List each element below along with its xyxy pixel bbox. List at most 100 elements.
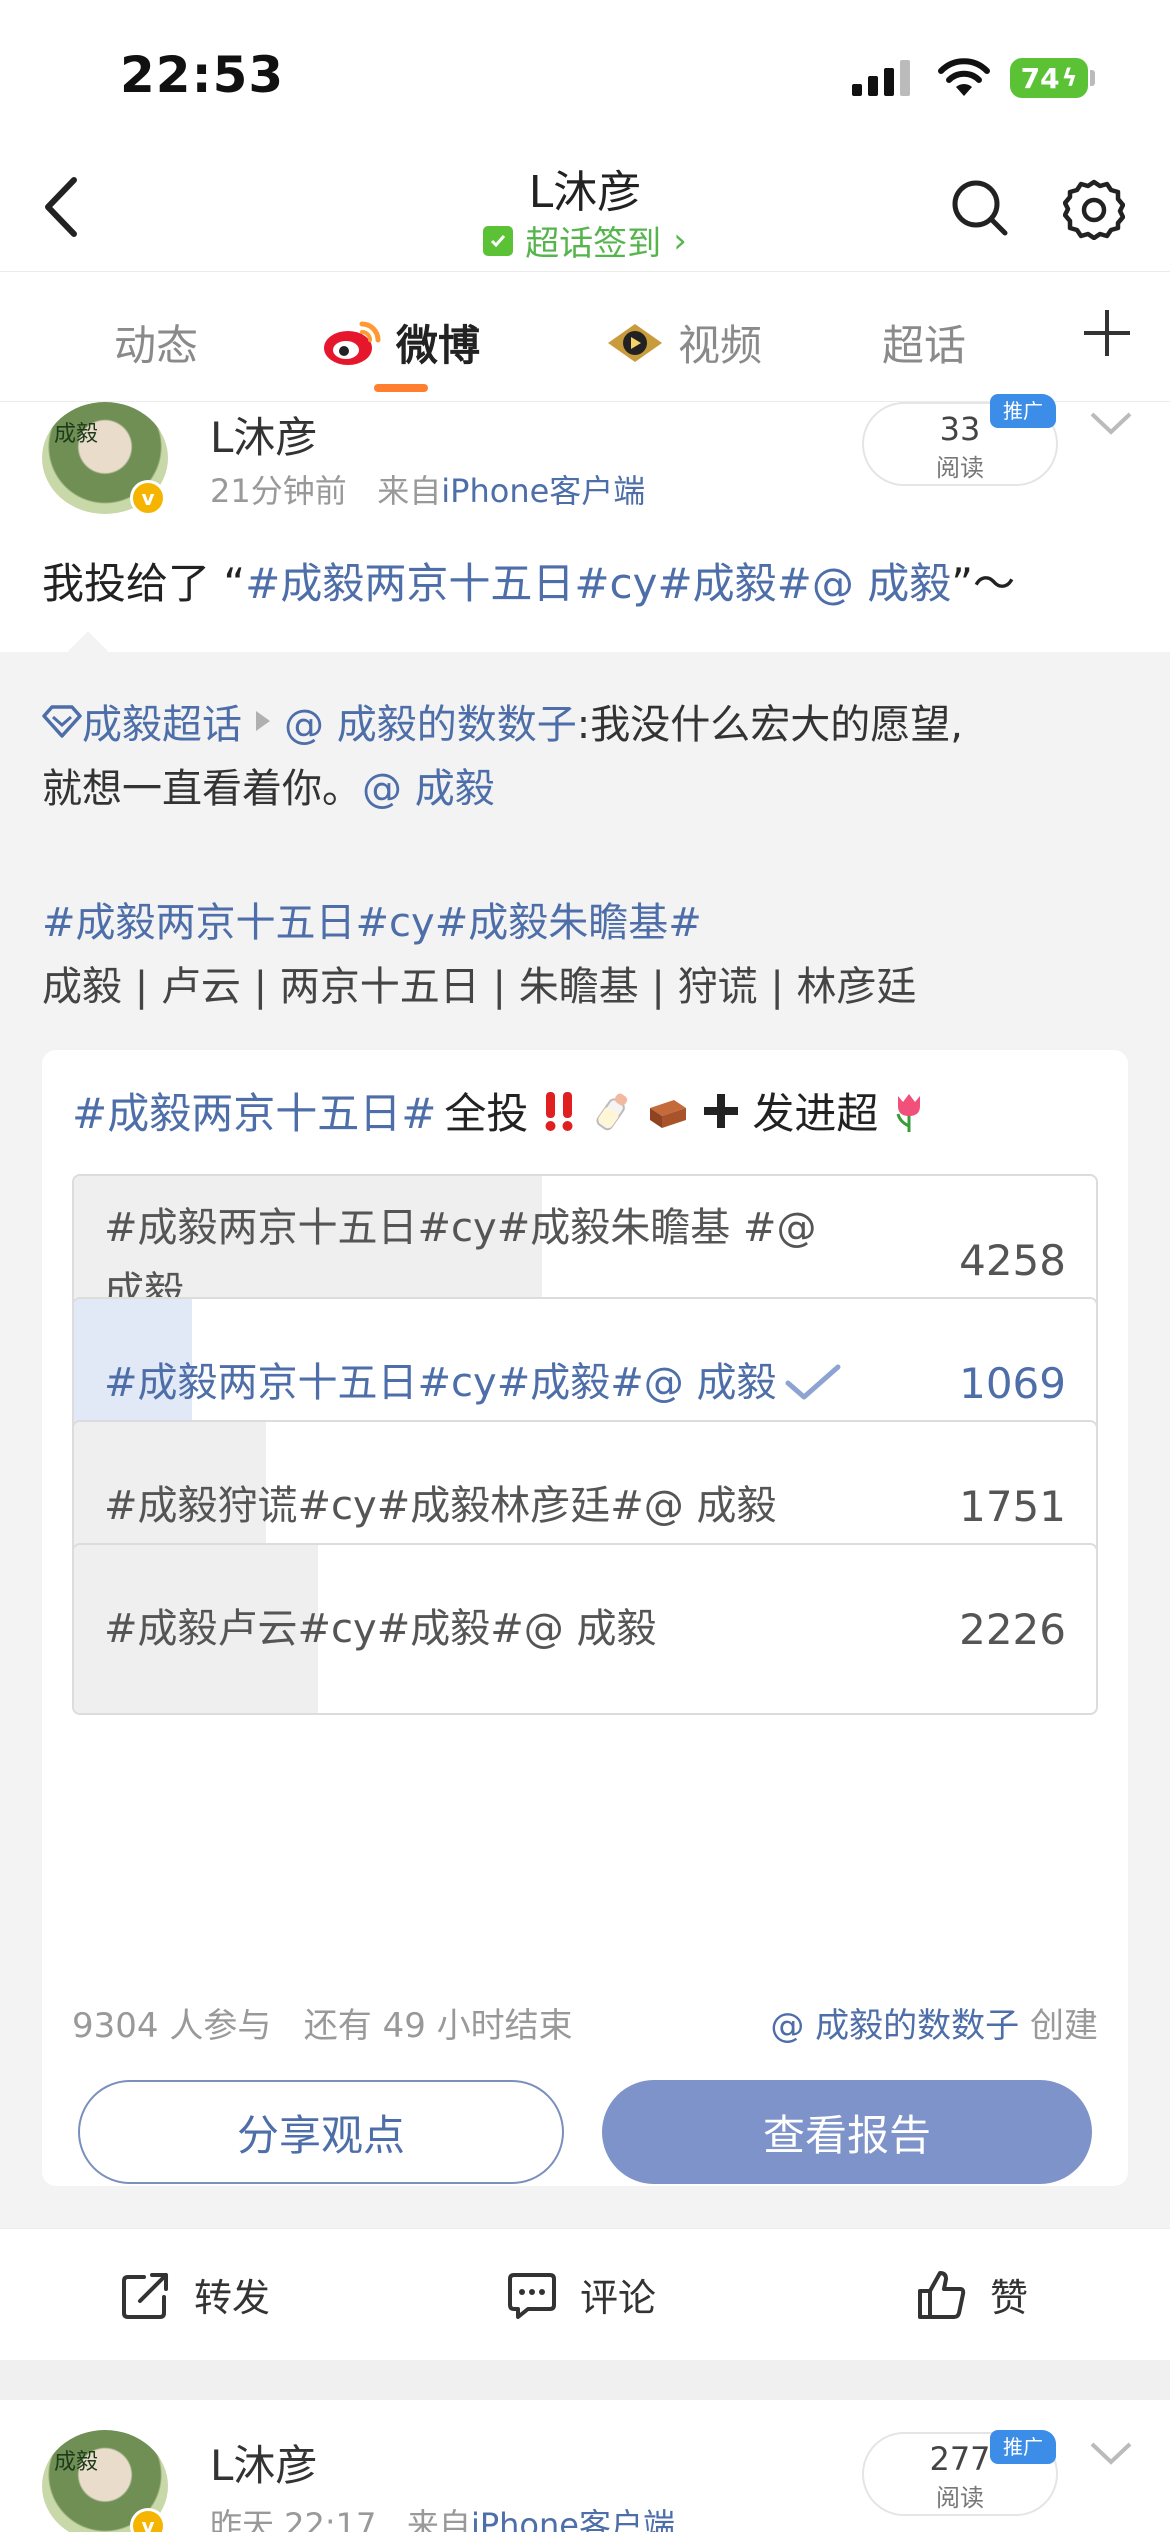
repost-text: 就想一直看着你。 — [42, 766, 362, 812]
repost-text-line: 就想一直看着你。@ 成毅 — [42, 756, 495, 814]
poll-option-count: 2226 — [959, 1604, 1066, 1654]
repost-roles: 成毅 | 卢云 | 两京十五日 | 朱瞻基 | 狩谎 | 林彦廷 — [42, 964, 917, 1010]
mention-link[interactable]: @ 成毅 — [362, 766, 495, 812]
plus-icon[interactable] — [1080, 306, 1134, 360]
poll-stats: 9304 人参与 还有 49 小时结束 — [72, 1998, 573, 2047]
poll-option-label: #成毅卢云#cy#成毅#@ 成毅 — [104, 1606, 657, 1652]
repost-header: 成毅超话 @ 成毅的数数子:我没什么宏大的愿望, — [42, 692, 963, 750]
battery-indicator: 74 ϟ — [1010, 58, 1088, 98]
tab-weibo[interactable]: 微博 — [322, 312, 480, 373]
post-card: 成毅 v L沐彦 昨天 22:17 来自iPhone客户端 277 阅读 推广 — [0, 2400, 1170, 2532]
post-meta: 昨天 22:17 来自iPhone客户端 — [210, 2500, 675, 2532]
post-time: 昨天 22:17 — [210, 2506, 377, 2532]
read-label: 阅读 — [936, 454, 984, 482]
checkin-label: 超话签到 — [525, 224, 662, 264]
wifi-icon — [938, 58, 990, 96]
post-meta: 21分钟前 来自iPhone客户端 — [210, 466, 645, 512]
double-exclamation-icon — [545, 1091, 573, 1131]
reposted-content[interactable]: 成毅超话 @ 成毅的数数子:我没什么宏大的愿望, 就想一直看着你。@ 成毅 #成… — [0, 631, 1170, 2228]
tulip-icon — [896, 1093, 921, 1132]
baby-bottle-icon — [596, 1093, 628, 1130]
repost-button[interactable]: 转发 — [120, 2267, 270, 2322]
cellular-signal-icon — [852, 60, 910, 96]
comment-icon — [508, 2272, 556, 2319]
username[interactable]: L沐彦 — [210, 404, 317, 465]
repost-author-link[interactable]: @ 成毅的数数子 — [284, 692, 577, 750]
status-time: 22:53 — [120, 46, 285, 104]
repost-text: :我没什么宏大的愿望, — [576, 702, 963, 748]
poll-title-tail: 发进超 — [752, 1089, 879, 1138]
poll-creator: @ 成毅的数数子 创建 — [770, 1998, 1098, 2047]
verified-badge-icon: v — [130, 480, 166, 516]
like-button[interactable]: 赞 — [916, 2267, 1028, 2322]
avatar[interactable]: 成毅 v — [42, 2430, 168, 2532]
battery-cap — [1090, 70, 1095, 86]
post-hashtag-link[interactable]: #成毅两京十五日#cy#成毅#@ 成毅 — [245, 559, 951, 608]
poll-option[interactable]: #成毅卢云#cy#成毅#@ 成毅 2226 — [72, 1543, 1098, 1715]
source-prefix: 来自 — [377, 472, 442, 510]
promo-tag: 推广 — [990, 2430, 1056, 2464]
feed-divider — [0, 2360, 1170, 2400]
checkmark-icon — [785, 1364, 841, 1400]
post-text: 我投给了 “#成毅两京十五日#cy#成毅#@ 成毅”～ — [42, 550, 1132, 611]
post-text-suffix: ”～ — [951, 559, 1015, 608]
status-bar: 22:53 74 ϟ — [0, 0, 1170, 150]
source-prefix: 来自 — [406, 2506, 471, 2532]
tab-label: 视频 — [678, 321, 763, 370]
poll-title-text: 全投 — [444, 1089, 529, 1138]
avatar[interactable]: 成毅 v — [42, 402, 168, 516]
poll-card: #成毅两京十五日# 全投 发进超 #成毅两京十五日#cy#成毅朱瞻基 #@ 成毅… — [42, 1050, 1128, 2186]
poll-creator-link[interactable]: @ 成毅的数数子 — [770, 2006, 1019, 2046]
post-action-bar: 转发 评论 赞 — [0, 2228, 1170, 2360]
weibo-logo-icon — [324, 321, 381, 365]
active-tab-indicator — [374, 384, 428, 392]
repost-label: 转发 — [194, 2276, 271, 2320]
battery-level: 74 — [1020, 61, 1060, 95]
source-client: iPhone客户端 — [470, 2506, 675, 2532]
tab-label: 超话 — [882, 321, 967, 370]
tab-video[interactable]: 视频 — [604, 312, 762, 373]
tab-supertopic[interactable]: 超话 — [882, 312, 966, 373]
poll-title-tag[interactable]: #成毅两京十五日# — [72, 1080, 436, 1141]
calendar-check-icon — [483, 225, 514, 256]
search-icon[interactable] — [950, 178, 1010, 238]
share-opinion-button[interactable]: 分享观点 — [78, 2080, 564, 2184]
source-client: iPhone客户端 — [441, 472, 646, 510]
tab-label: 微博 — [396, 321, 481, 370]
chevron-down-icon[interactable] — [1088, 2438, 1134, 2468]
post-time: 21分钟前 — [210, 472, 347, 510]
tab-feed[interactable]: 动态 — [114, 312, 198, 373]
tab-label: 动态 — [114, 321, 199, 370]
top-navigation-bar: L沐彦 超话签到 › — [0, 150, 1170, 272]
comment-button[interactable]: 评论 — [506, 2267, 656, 2322]
gear-icon[interactable] — [1063, 178, 1125, 240]
poll-option-label: #成毅两京十五日#cy#成毅#@ 成毅 — [104, 1360, 777, 1406]
like-label: 赞 — [990, 2276, 1029, 2320]
chevron-down-icon[interactable] — [1088, 408, 1134, 438]
plus-sign-icon — [704, 1093, 739, 1128]
diamond-icon — [42, 705, 82, 738]
promo-tag: 推广 — [990, 394, 1056, 428]
view-report-button[interactable]: 查看报告 — [602, 2080, 1092, 2184]
avatar-text: 成毅 — [54, 2450, 99, 2475]
post-text-prefix: 我投给了 “ — [42, 559, 246, 608]
poll-creator-suffix: 创建 — [1019, 2006, 1098, 2046]
arrow-right-icon — [256, 711, 270, 731]
chevron-right-icon: › — [673, 220, 687, 261]
verified-badge-icon: v — [130, 2508, 166, 2532]
video-icon — [608, 323, 662, 362]
charging-icon: ϟ — [1061, 64, 1078, 92]
repost-notch — [68, 631, 108, 671]
brick-icon — [650, 1099, 687, 1128]
comment-label: 评论 — [580, 2276, 657, 2320]
share-icon — [122, 2272, 168, 2319]
tab-bar: 动态 微博 视频 超话 — [0, 272, 1170, 402]
poll-title: #成毅两京十五日# 全投 发进超 — [72, 1080, 932, 1141]
username[interactable]: L沐彦 — [210, 2432, 317, 2493]
avatar-text: 成毅 — [54, 422, 99, 447]
poll-participants: 9304 人参与 — [72, 2006, 272, 2046]
like-icon — [918, 2270, 966, 2319]
poll-time-left: 还有 49 小时结束 — [303, 2006, 573, 2046]
repost-hashtags[interactable]: #成毅两京十五日#cy#成毅朱瞻基# — [42, 890, 702, 948]
supertopic-link[interactable]: 成毅超话 — [82, 692, 242, 750]
